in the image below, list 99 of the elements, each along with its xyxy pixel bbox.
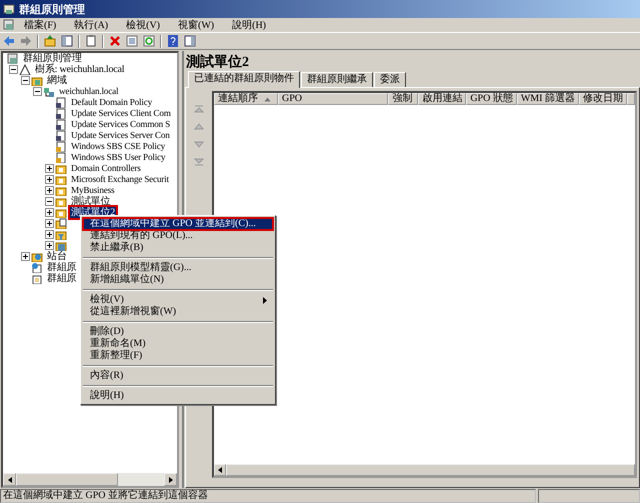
document-icon bbox=[55, 141, 67, 152]
tab[interactable]: 群組原則繼承 bbox=[301, 72, 373, 87]
tree-item[interactable]: 群組原 bbox=[46, 273, 78, 284]
right-arrow-icon bbox=[168, 476, 174, 484]
menu-item[interactable]: 視窗(W) bbox=[169, 18, 224, 32]
sort-arrow-icon bbox=[264, 96, 271, 102]
triangle-icon bbox=[19, 64, 31, 75]
tree-item[interactable]: 群組原 bbox=[46, 262, 78, 273]
help-icon[interactable] bbox=[167, 35, 179, 47]
context-menu-item[interactable]: 從這裡新增視窗(W) bbox=[83, 306, 273, 318]
folder-icon bbox=[55, 196, 67, 207]
menu-item[interactable]: 執行(A) bbox=[65, 18, 118, 32]
collapse-icon[interactable] bbox=[20, 76, 30, 85]
context-menu-item[interactable]: 檢視(V) bbox=[83, 294, 273, 306]
context-menu-item[interactable]: 群組原則模型精靈(G)... bbox=[83, 262, 273, 274]
collapse-icon[interactable] bbox=[32, 87, 42, 96]
expand-icon[interactable] bbox=[44, 175, 54, 184]
context-menu-item[interactable]: 重新整理(F) bbox=[83, 350, 273, 362]
tree-item[interactable]: 網域 bbox=[46, 75, 68, 86]
expand-icon[interactable] bbox=[44, 164, 54, 173]
menu-item[interactable]: 說明(H) bbox=[223, 18, 276, 32]
clipboard-icon[interactable] bbox=[85, 35, 97, 47]
delete-icon[interactable] bbox=[109, 35, 121, 47]
network-icon bbox=[43, 86, 55, 97]
pane-title: 測試單位2 bbox=[185, 53, 250, 72]
column-header[interactable]: 連結順序 bbox=[214, 93, 278, 105]
tree-item[interactable]: MyBusiness bbox=[70, 185, 116, 196]
expand-icon[interactable] bbox=[44, 241, 54, 250]
tree-item[interactable]: 站台 bbox=[46, 251, 68, 262]
column-header[interactable]: GPO bbox=[278, 93, 388, 105]
submenu-arrow-icon bbox=[263, 296, 267, 304]
document-icon bbox=[55, 108, 67, 119]
action-pane-icon[interactable] bbox=[184, 35, 196, 47]
document-icon bbox=[31, 262, 43, 273]
folder-icon bbox=[55, 174, 67, 185]
tree-item[interactable]: Microsoft Exchange Securit bbox=[70, 174, 170, 185]
folder-up-icon[interactable] bbox=[44, 35, 56, 47]
tree-item[interactable]: Windows SBS CSE Policy bbox=[70, 141, 166, 152]
expand-icon[interactable] bbox=[44, 230, 54, 239]
folder-icon bbox=[55, 240, 67, 251]
document-icon bbox=[55, 97, 67, 108]
context-menu-item[interactable]: 重新命名(M) bbox=[83, 338, 273, 350]
tree-item[interactable]: Update Services Client Com bbox=[70, 108, 172, 119]
column-header[interactable]: 啟用連結 bbox=[418, 93, 466, 105]
folder-icon bbox=[31, 251, 43, 262]
left-arrow-icon bbox=[6, 476, 12, 484]
folder-icon bbox=[55, 229, 67, 240]
tree-item[interactable]: weichuhlan.local bbox=[58, 86, 120, 97]
scroll-thumb[interactable] bbox=[16, 473, 118, 486]
folder-icon bbox=[55, 163, 67, 174]
console-icon bbox=[3, 19, 15, 31]
scroll-left-button[interactable] bbox=[214, 464, 226, 476]
tab[interactable]: 已連結的群組原則物件 bbox=[188, 71, 300, 88]
expand-icon[interactable] bbox=[44, 208, 54, 217]
tree-item[interactable]: 群組原則管理 bbox=[22, 53, 83, 64]
tree-item[interactable]: 樹系: weichuhlan.local bbox=[34, 64, 126, 75]
document-icon bbox=[55, 152, 67, 163]
scroll-right-button[interactable] bbox=[164, 473, 177, 486]
column-header[interactable]: 修改日期 bbox=[579, 93, 627, 105]
tree-item[interactable]: 測試單位 bbox=[70, 196, 112, 207]
folder-icon bbox=[31, 75, 43, 86]
expand-icon[interactable] bbox=[44, 219, 54, 228]
document-icon bbox=[55, 119, 67, 130]
menu-item[interactable]: 檔案(F) bbox=[15, 18, 66, 32]
column-header[interactable]: GPO 狀態 bbox=[466, 93, 517, 105]
column-header[interactable]: WMI 篩選器 bbox=[516, 93, 579, 105]
menu-item[interactable]: 檢視(V) bbox=[117, 18, 170, 32]
tree-item[interactable]: Update Services Common S bbox=[70, 119, 172, 130]
collapse-icon[interactable] bbox=[44, 197, 54, 206]
tree-pane-icon[interactable] bbox=[61, 35, 73, 47]
folder-icon bbox=[55, 218, 67, 229]
tree-item[interactable]: Default Domain Policy bbox=[70, 97, 154, 108]
console-icon bbox=[7, 53, 19, 64]
context-menu-item[interactable]: 說明(H) bbox=[83, 390, 273, 402]
context-menu-item[interactable]: 禁止繼承(B) bbox=[83, 242, 273, 254]
expand-icon[interactable] bbox=[20, 252, 30, 261]
left-arrow-icon bbox=[217, 466, 223, 474]
status-text: 在這個網域中建立 GPO 並將它連結到這個容器 bbox=[0, 489, 536, 503]
scroll-left-button[interactable] bbox=[3, 473, 16, 486]
context-menu-item[interactable]: 內容(R) bbox=[83, 370, 273, 382]
context-menu-item[interactable]: 新增組織單位(N) bbox=[83, 274, 273, 286]
expand-icon[interactable] bbox=[44, 186, 54, 195]
context-menu-item[interactable]: 刪除(D) bbox=[83, 326, 273, 338]
refresh-icon[interactable] bbox=[143, 35, 155, 47]
tab[interactable]: 委派 bbox=[374, 72, 406, 87]
folder-icon bbox=[55, 185, 67, 196]
app-icon bbox=[3, 3, 15, 15]
horizontal-scrollbar[interactable] bbox=[3, 473, 177, 486]
collapse-icon[interactable] bbox=[8, 65, 18, 74]
tree-item[interactable]: Domain Controllers bbox=[70, 163, 142, 174]
document-icon bbox=[31, 273, 43, 284]
back-arrow-icon[interactable] bbox=[3, 35, 15, 47]
folder-icon bbox=[55, 207, 67, 218]
tree-item[interactable]: Update Services Server Con bbox=[70, 130, 171, 141]
window-title: 群組原則管理 bbox=[19, 2, 85, 16]
properties-icon[interactable] bbox=[126, 35, 138, 47]
tree-item[interactable]: Windows SBS User Policy bbox=[70, 152, 166, 163]
column-header[interactable]: 強制 bbox=[388, 93, 418, 105]
document-icon bbox=[55, 130, 67, 141]
